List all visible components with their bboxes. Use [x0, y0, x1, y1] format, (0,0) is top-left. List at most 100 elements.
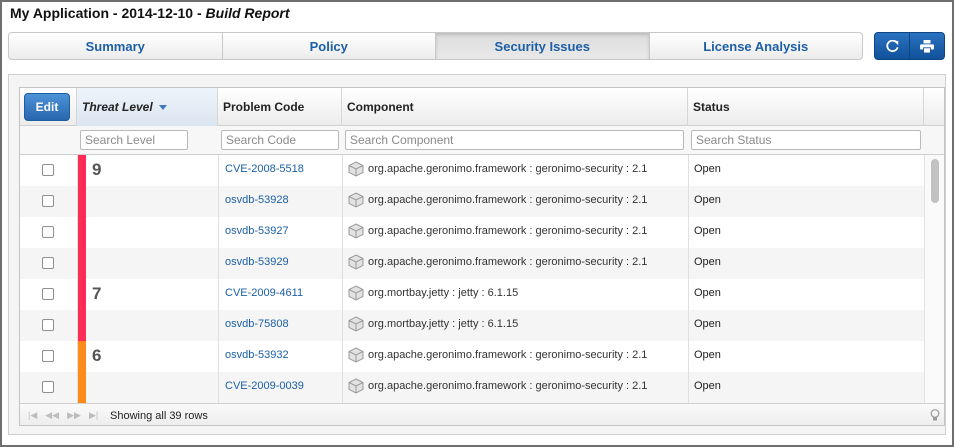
component-text: org.apache.geronimo.framework : geronimo… [368, 349, 648, 361]
issues-grid: Edit Threat Level Problem Code Component… [19, 87, 945, 426]
page-title: My Application - 2014-12-10 - Build Repo… [10, 5, 290, 21]
header-threat-level-label: Threat Level [82, 100, 153, 114]
tab-policy[interactable]: Policy [223, 33, 436, 59]
next-page-icon[interactable]: ▶▶ [67, 410, 81, 421]
header-status-label: Status [693, 100, 730, 114]
row-checkbox[interactable] [42, 195, 54, 207]
tab-license-analysis[interactable]: License Analysis [650, 33, 863, 59]
column-divider [688, 155, 689, 403]
report-tabs: Summary Policy Security Issues License A… [8, 32, 863, 60]
search-component-input[interactable] [345, 130, 684, 150]
search-code-input[interactable] [221, 130, 339, 150]
package-icon [348, 192, 364, 208]
problem-code-link[interactable]: osvdb-53932 [225, 349, 289, 361]
last-page-icon[interactable]: ▶| [89, 410, 98, 421]
row-checkbox[interactable] [42, 226, 54, 238]
row-checkbox[interactable] [42, 257, 54, 269]
row-checkbox[interactable] [42, 381, 54, 393]
threat-level-bar [77, 186, 86, 217]
problem-code-link[interactable]: osvdb-53928 [225, 194, 289, 206]
package-icon [348, 223, 364, 239]
component-text: org.apache.geronimo.framework : geronimo… [368, 194, 648, 206]
threat-level-bar [77, 341, 86, 372]
header-component-label: Component [347, 100, 414, 114]
first-page-icon[interactable]: |◀ [28, 410, 37, 421]
problem-code-link[interactable]: CVE-2009-4611 [225, 287, 303, 299]
tab-summary[interactable]: Summary [9, 33, 223, 59]
grid-body: 9 CVE-2008-5518 org.apache.geronimo.framew… [20, 155, 924, 403]
threat-level-bar [77, 372, 86, 403]
vertical-scrollbar[interactable] [924, 155, 944, 403]
package-icon [348, 254, 364, 270]
column-divider [218, 155, 219, 403]
component-text: org.apache.geronimo.framework : geronimo… [368, 380, 648, 392]
header-threat-level[interactable]: Threat Level [77, 88, 218, 126]
component-text: org.mortbay.jetty : jetty : 6.1.15 [368, 318, 519, 330]
table-row[interactable]: CVE-2009-0039 org.apache.geronimo.framewo… [20, 372, 924, 403]
column-divider [77, 155, 78, 403]
component-text: org.apache.geronimo.framework : geronimo… [368, 256, 648, 268]
lightbulb-icon[interactable] [930, 409, 940, 425]
refresh-button[interactable] [875, 33, 909, 59]
header-problem-code[interactable]: Problem Code [218, 88, 342, 126]
title-app: My Application - 2014-12-10 - [10, 5, 202, 21]
status-cell: Open [694, 380, 721, 392]
security-issues-panel: Edit Threat Level Problem Code Component… [8, 74, 946, 435]
row-count: Showing all 39 rows [110, 410, 208, 422]
toolbar-buttons [874, 32, 945, 60]
header-problem-code-label: Problem Code [223, 100, 305, 114]
status-cell: Open [694, 287, 721, 299]
component-cell: org.mortbay.jetty : jetty : 6.1.15 [348, 285, 518, 301]
table-row[interactable]: 9 CVE-2008-5518 org.apache.geronimo.framew… [20, 155, 924, 186]
package-icon [348, 347, 364, 363]
threat-level-bar [77, 217, 86, 248]
status-cell: Open [694, 194, 721, 206]
table-row[interactable]: 7 CVE-2009-4611 org.mortbay.jetty : jetty … [20, 279, 924, 310]
header-select-column: Edit [20, 88, 77, 126]
threat-level-value: 7 [92, 284, 102, 303]
edit-button[interactable]: Edit [24, 93, 70, 121]
tab-security-issues[interactable]: Security Issues [436, 33, 650, 59]
problem-code-link[interactable]: CVE-2008-5518 [225, 163, 304, 175]
status-cell: Open [694, 349, 721, 361]
problem-code-link[interactable]: CVE-2009-0039 [225, 380, 304, 392]
table-row[interactable]: osvdb-75808 org.mortbay.jetty : jetty : 6… [20, 310, 924, 341]
search-level-input[interactable] [80, 130, 188, 150]
scrollbar-thumb[interactable] [931, 159, 939, 203]
table-row[interactable]: osvdb-53927 org.apache.geronimo.framework… [20, 217, 924, 248]
table-row[interactable]: 6 osvdb-53932 org.apache.geronimo.framewor… [20, 341, 924, 372]
search-status-input[interactable] [691, 130, 921, 150]
table-row[interactable]: osvdb-53929 org.apache.geronimo.framework… [20, 248, 924, 279]
filter-row [20, 126, 944, 155]
header-status[interactable]: Status [688, 88, 924, 126]
column-divider [342, 155, 343, 403]
package-icon [348, 161, 364, 177]
package-icon [348, 285, 364, 301]
package-icon [348, 378, 364, 394]
problem-code-link[interactable]: osvdb-75808 [225, 318, 289, 330]
row-checkbox[interactable] [42, 288, 54, 300]
problem-code-link[interactable]: osvdb-53929 [225, 256, 289, 268]
component-cell: org.mortbay.jetty : jetty : 6.1.15 [348, 316, 518, 332]
row-checkbox[interactable] [42, 350, 54, 362]
component-cell: org.apache.geronimo.framework : geronimo… [348, 223, 647, 239]
component-text: org.apache.geronimo.framework : geronimo… [368, 225, 648, 237]
threat-level-value: 9 [92, 160, 102, 179]
report-window: My Application - 2014-12-10 - Build Repo… [0, 0, 954, 447]
package-icon [348, 316, 364, 332]
component-cell: org.apache.geronimo.framework : geronimo… [348, 347, 647, 363]
status-cell: Open [694, 163, 721, 175]
threat-level-bar [77, 248, 86, 279]
row-checkbox[interactable] [42, 164, 54, 176]
row-checkbox[interactable] [42, 319, 54, 331]
status-cell: Open [694, 318, 721, 330]
prev-page-icon[interactable]: ◀◀ [45, 410, 59, 421]
component-cell: org.apache.geronimo.framework : geronimo… [348, 254, 647, 270]
header-component[interactable]: Component [342, 88, 688, 126]
refresh-icon [885, 39, 898, 52]
problem-code-link[interactable]: osvdb-53927 [225, 225, 289, 237]
table-row[interactable]: osvdb-53928 org.apache.geronimo.framework… [20, 186, 924, 217]
status-cell: Open [694, 225, 721, 237]
pager: |◀ ◀◀ ▶▶ ▶| [28, 410, 98, 421]
print-button[interactable] [909, 33, 944, 59]
